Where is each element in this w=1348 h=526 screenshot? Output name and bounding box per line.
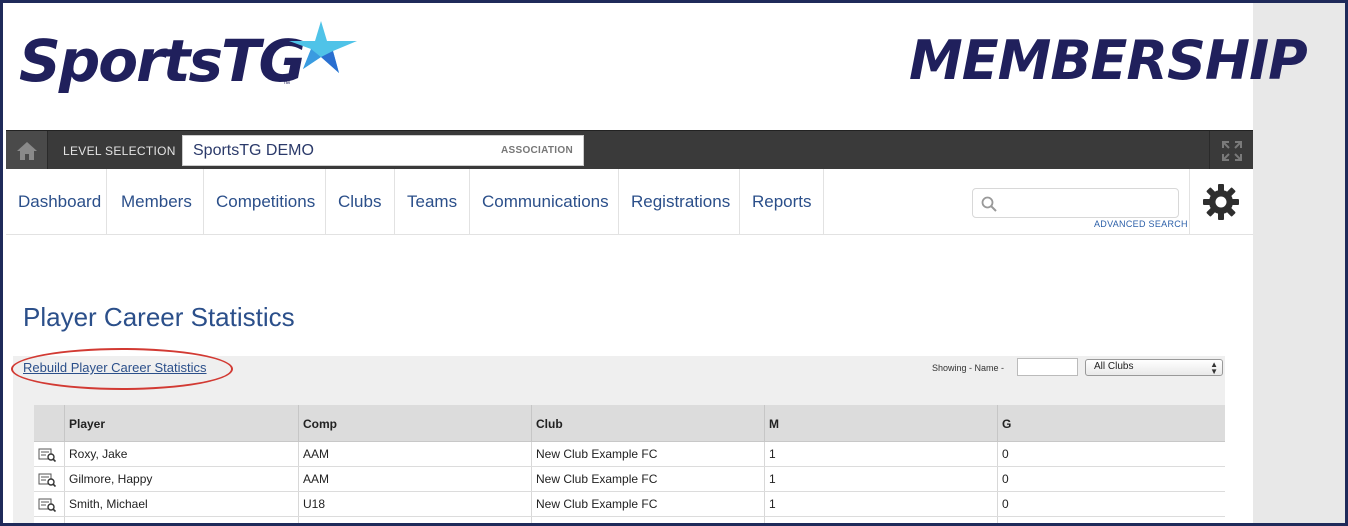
expand-button[interactable] [1209,131,1253,170]
cell-m: 1 [764,442,997,466]
showing-name-label: Showing - Name - [932,363,1005,373]
view-record-icon[interactable] [38,473,56,487]
logo-text: SportsTG [19,27,306,95]
home-icon [16,141,37,160]
view-record-icon[interactable] [38,448,56,462]
club-filter-value: All Clubs [1094,361,1134,372]
col-header-g[interactable]: G [997,405,1225,442]
gear-icon[interactable] [1202,183,1240,221]
cell-m: 1 [764,517,997,523]
home-button[interactable] [6,131,48,170]
logo-trademark: ™ [283,81,290,88]
nav-clubs[interactable]: Clubs [326,169,395,235]
cell-g: 0 [997,467,1225,491]
cell-comp: AAM [298,442,531,466]
col-header-player[interactable]: Player [64,405,298,442]
highlight-annotation [11,348,233,390]
sportstg-logo[interactable]: SportsTG ™ [19,17,359,107]
nav-registrations[interactable]: Registrations [619,169,740,235]
search-box [972,188,1179,218]
current-level-name: SportsTG DEMO [193,142,314,159]
col-header-m[interactable]: M [764,405,997,442]
app-window: SportsTG ™ MEMBERSHIP LEVEL SELECTION Sp… [0,0,1348,526]
cell-g: 0 [997,492,1225,516]
product-title: MEMBERSHIP [909,29,1308,92]
main-nav: Dashboard Members Competitions Clubs Tea… [6,169,1253,235]
expand-icon [1221,140,1242,161]
cell-comp: AAM [298,467,531,491]
cell-m: 1 [764,492,997,516]
col-header-club[interactable]: Club [531,405,764,442]
nav-communications[interactable]: Communications [470,169,619,235]
nav-dashboard[interactable]: Dashboard [6,169,107,235]
view-record-icon[interactable] [38,498,56,512]
table-row: Gilmore, Happy AAM New Club Example FC 1… [34,467,1225,492]
level-type: ASSOCIATION [500,145,573,156]
level-selector[interactable]: SportsTG DEMO ASSOCIATION [182,135,584,166]
nav-reports[interactable]: Reports [740,169,824,235]
search-icon [981,196,997,212]
star-icon [289,21,357,73]
table-row: Smith, Michael U18 New Club Example FC 1… [34,492,1225,517]
name-filter-input[interactable] [1017,358,1078,376]
cell-g: 0 [997,517,1225,523]
select-arrows-icon: ▲ ▼ [1210,360,1218,376]
cell-club: New Club Example FC [531,517,764,523]
nav-teams[interactable]: Teams [395,169,470,235]
cell-m: 1 [764,467,997,491]
nav-members[interactable]: Members [107,169,204,235]
nav-divider [1189,169,1190,235]
nav-competitions[interactable]: Competitions [204,169,326,235]
search-input[interactable] [1003,192,1173,214]
level-selection-label: LEVEL SELECTION [63,144,176,158]
cell-g: 0 [997,442,1225,466]
club-filter-select[interactable]: All Clubs ▲ ▼ [1085,359,1223,376]
advanced-search-link[interactable]: ADVANCED SEARCH [1094,219,1188,229]
table-row: Roxy, Jake AAM New Club Example FC 1 0 [34,442,1225,467]
cell-club: New Club Example FC [531,467,764,491]
level-bar: LEVEL SELECTION SportsTG DEMO ASSOCIATIO… [6,130,1253,170]
cell-club: New Club Example FC [531,442,764,466]
table-row: Roberts, D... U18 New Club Example FC 1 … [34,517,1225,523]
cell-player: Gilmore, Happy [64,467,298,491]
table-header: Player Comp Club M G [34,405,1225,442]
cell-comp: U18 [298,492,531,516]
cell-player: Roxy, Jake [64,442,298,466]
col-header-comp[interactable]: Comp [298,405,531,442]
page-title: Player Career Statistics [23,302,295,332]
cell-comp: U18 [298,517,531,523]
cell-player: Roberts, D... [64,517,298,523]
cell-player: Smith, Michael [64,492,298,516]
cell-club: New Club Example FC [531,492,764,516]
